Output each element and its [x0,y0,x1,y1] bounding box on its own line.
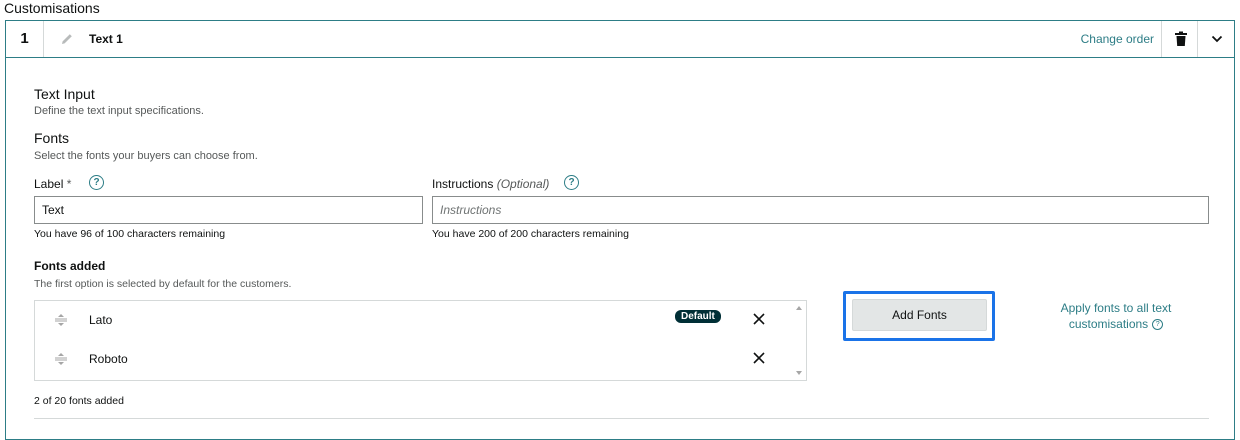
close-icon[interactable] [753,313,765,325]
instructions-help-icon[interactable]: ? [564,175,579,190]
section-divider [34,418,1209,419]
apply-fonts-to-all-link[interactable]: Apply fonts to all text customisations? [1046,300,1186,332]
instructions-label-text: Instructions [432,177,494,191]
close-icon[interactable] [753,352,765,364]
label-char-count: You have 96 of 100 characters remaining [34,228,226,240]
label-input[interactable] [34,196,423,224]
header-divider [1161,21,1162,57]
font-name: Lato [89,313,113,327]
fonts-added-heading: Fonts added [34,259,106,273]
fonts-heading: Fonts [34,130,70,146]
apply-link-line2: customisations? [1046,316,1186,332]
text-input-description: Define the text input specifications. [34,105,204,117]
drag-handle-icon[interactable] [54,314,68,326]
label-field-label: Label * [34,177,71,191]
customisation-title: Text 1 [89,32,123,46]
step-number: 1 [6,21,44,57]
trash-icon[interactable] [1174,31,1188,47]
customisation-card: 1 Text 1 Change order Text Input Define … [5,20,1235,440]
header-divider [1197,21,1198,57]
default-badge: Default [675,310,721,323]
fonts-count: 2 of 20 fonts added [34,395,124,407]
drag-handle-icon[interactable] [54,353,68,365]
card-header[interactable]: 1 Text 1 Change order [6,21,1234,58]
instructions-field-label: Instructions (Optional) [432,177,549,191]
help-icon[interactable]: ? [1152,319,1164,331]
required-mark: * [66,177,72,191]
pencil-icon[interactable] [59,31,75,47]
fonts-description: Select the fonts your buyers can choose … [34,150,258,162]
font-list-item[interactable]: Roboto [35,340,795,378]
scroll-up-arrow-icon[interactable] [796,306,802,310]
label-help-icon[interactable]: ? [89,175,104,190]
add-fonts-button[interactable]: Add Fonts [852,299,987,331]
instructions-input[interactable] [432,196,1209,224]
apply-link-line1: Apply fonts to all text [1060,301,1172,315]
optional-tag: (Optional) [496,177,550,191]
font-list-item[interactable]: Lato Default [35,301,795,339]
font-name: Roboto [89,352,128,366]
chevron-down-icon[interactable] [1210,33,1224,45]
change-order-link[interactable]: Change order [1081,32,1154,46]
apply-link-line2-text: customisations [1068,317,1149,331]
label-text: Label [34,177,64,191]
fonts-added-description: The first option is selected by default … [34,278,292,290]
scroll-down-arrow-icon[interactable] [796,371,802,375]
section-title: Customisations [4,0,100,16]
instructions-char-count: You have 200 of 200 characters remaining [432,228,629,240]
text-input-heading: Text Input [34,86,95,102]
fonts-list[interactable]: Lato Default Roboto [34,300,807,381]
